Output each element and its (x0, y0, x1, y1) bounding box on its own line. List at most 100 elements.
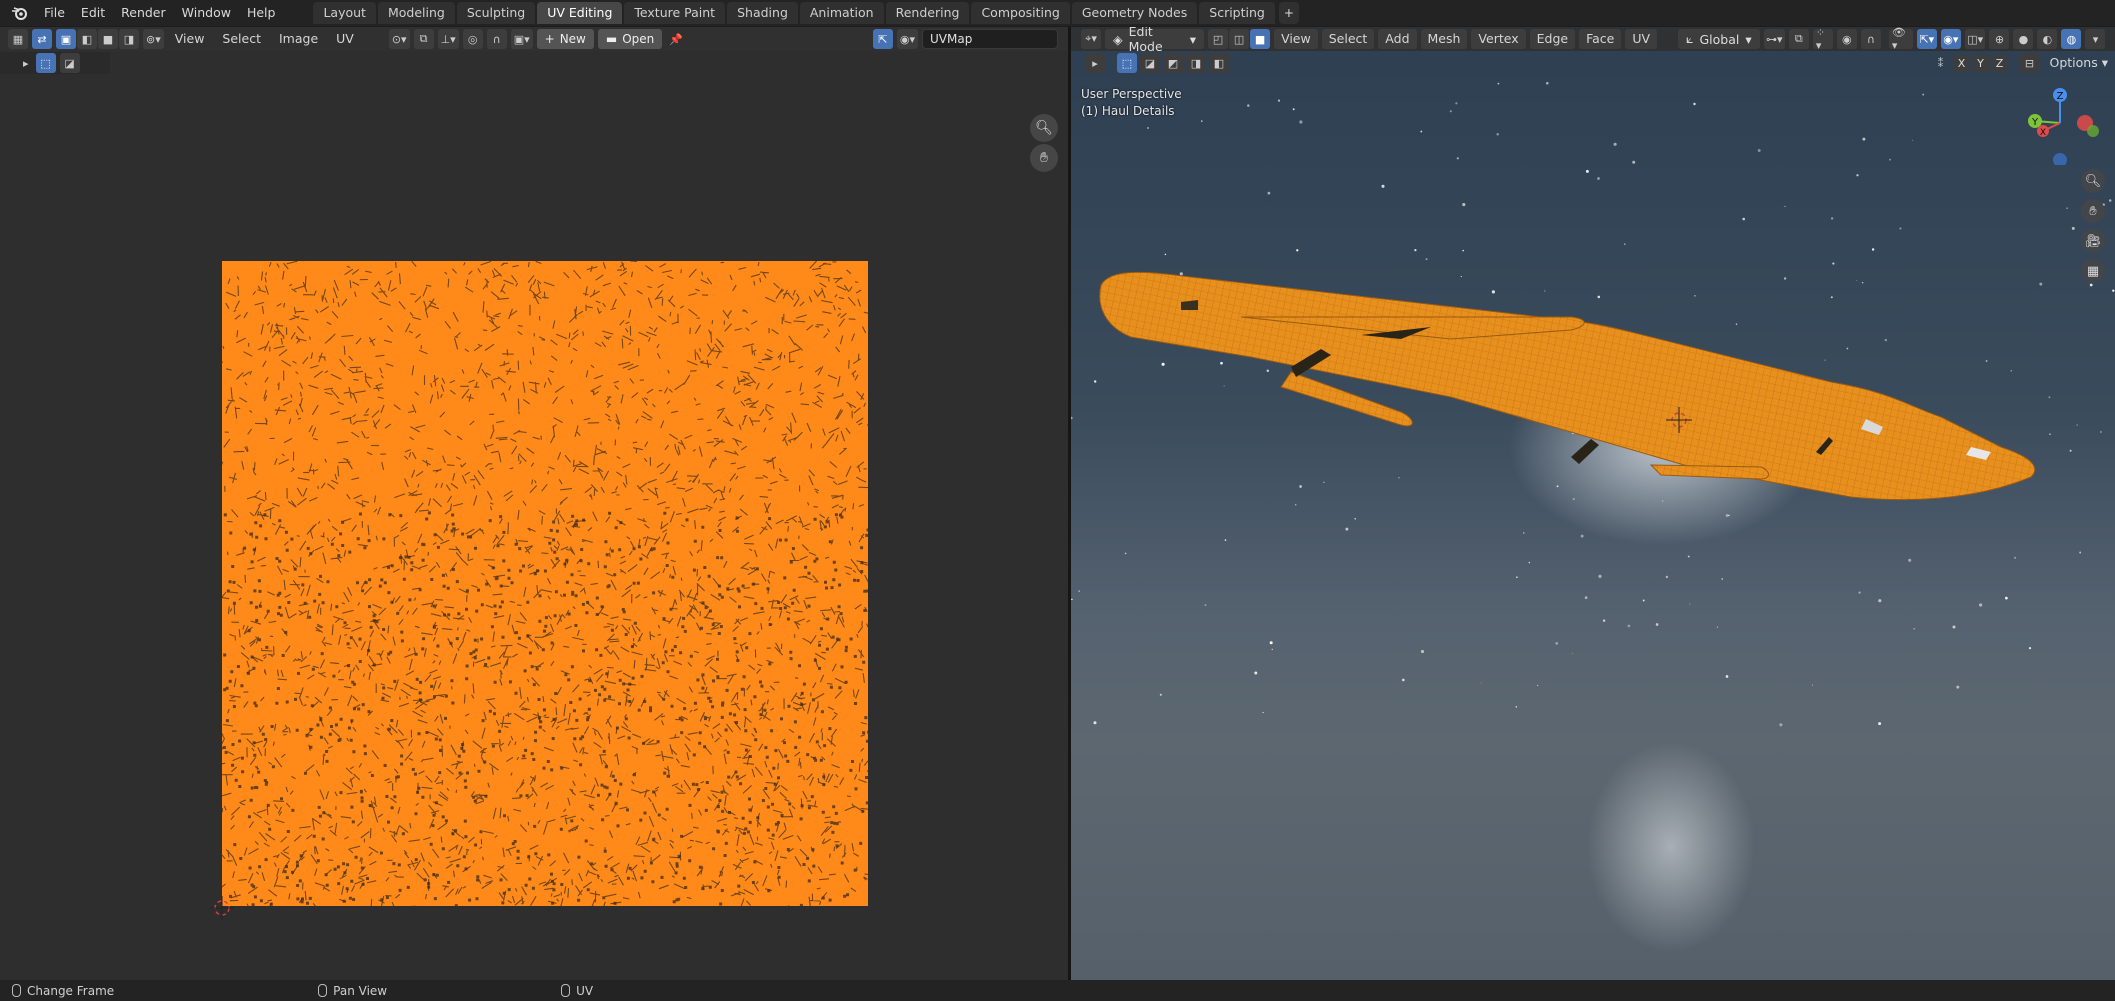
uv-layout[interactable] (222, 261, 868, 906)
2d-cursor-icon[interactable] (210, 896, 234, 920)
camera-view-icon[interactable]: 🎥︎ (2081, 229, 2105, 253)
edge-select-icon[interactable]: ◧ (77, 29, 97, 49)
vp-menu-view[interactable]: View (1274, 29, 1318, 49)
expand-arrow-icon[interactable]: ▸ (20, 53, 32, 73)
editor-type-icon[interactable]: ⌖▾ (1081, 29, 1101, 49)
falloff-icon[interactable]: ∩ (486, 29, 507, 49)
tab-uv-editing[interactable]: UV Editing (537, 2, 623, 24)
tab-shading[interactable]: Shading (727, 2, 798, 24)
menu-render[interactable]: Render (113, 2, 174, 24)
vp-menu-select[interactable]: Select (1321, 29, 1375, 49)
select-subtract-icon[interactable]: ◩ (1163, 53, 1183, 73)
select-mode-group: ◰ ◫ ■ (1208, 29, 1271, 49)
tab-layout[interactable]: Layout (313, 2, 376, 24)
tab-sculpting[interactable]: Sculpting (456, 2, 536, 24)
box-select-icon[interactable]: ⬚ (1117, 53, 1137, 73)
add-workspace-button[interactable]: + (1278, 2, 1299, 24)
mode-selector[interactable]: ◈ Edit Mode ▾ (1105, 27, 1205, 54)
tool-select-icon[interactable]: ▸ (1085, 53, 1105, 73)
shading-options-icon[interactable]: ▾ (2085, 29, 2106, 49)
options-menu[interactable]: Options ▾ (2043, 53, 2115, 73)
plus-icon: + (544, 32, 555, 46)
vertex-mode-icon[interactable]: ◰ (1208, 29, 1229, 49)
menu-window[interactable]: Window (174, 2, 239, 24)
pin-icon[interactable]: 📌 (666, 29, 686, 49)
island-select-icon[interactable]: ◨ (119, 29, 139, 49)
overlay-toggle-icon[interactable]: ◉▾ (1940, 29, 1961, 49)
pivot-point-icon[interactable]: ⊶▾ (1763, 29, 1785, 49)
zoom-icon[interactable]: 🔍︎ (2081, 169, 2105, 193)
gizmo-toggle-icon[interactable]: ⇱▾ (1916, 29, 1937, 49)
navigation-gizmo[interactable]: Z Y X (2015, 85, 2105, 165)
tab-texture-paint[interactable]: Texture Paint (624, 2, 726, 24)
edge-mode-icon[interactable]: ◫ (1229, 29, 1250, 49)
spaceship-model[interactable] (1071, 27, 2115, 980)
editor-type-icon[interactable]: ▦ (8, 29, 28, 49)
pan-hand-icon[interactable]: ✋︎ (2081, 199, 2105, 223)
sync-selection-icon[interactable]: ⇄ (32, 29, 52, 49)
overlay-toggle-icon[interactable]: ◉▾ (896, 29, 918, 49)
menu-file[interactable]: File (36, 2, 73, 24)
mirror-z-toggle[interactable]: Z (1991, 54, 2008, 72)
pan-hand-icon[interactable]: ✋︎ (1030, 144, 1058, 172)
snap-icon[interactable]: ⧉ (1788, 29, 1809, 49)
vp-menu-vertex[interactable]: Vertex (1471, 29, 1526, 49)
rendered-shading-icon[interactable]: ◍ (2061, 29, 2082, 49)
select-mode-icon[interactable]: ◪ (59, 53, 80, 73)
vp-menu-face[interactable]: Face (1579, 29, 1622, 49)
select-intersect-icon[interactable]: ◧ (1209, 53, 1229, 73)
open-image-button[interactable]: ▬ Open (597, 29, 663, 49)
vp-menu-mesh[interactable]: Mesh (1420, 29, 1468, 49)
wireframe-shading-icon[interactable]: ⊕ (1989, 29, 2010, 49)
uv-map-selector[interactable]: UVMap (922, 29, 1058, 49)
sticky-mode-icon[interactable]: ⊚▾ (143, 29, 164, 49)
gizmo-toggle-icon[interactable]: ⇱ (872, 29, 893, 49)
select-extend-icon[interactable]: ◪ (1140, 53, 1160, 73)
solid-shading-icon[interactable]: ● (2013, 29, 2034, 49)
tab-compositing[interactable]: Compositing (971, 2, 1070, 24)
tab-modeling[interactable]: Modeling (377, 2, 455, 24)
select-invert-icon[interactable]: ◨ (1186, 53, 1206, 73)
uv-menu-select[interactable]: Select (215, 29, 268, 49)
vp-menu-edge[interactable]: Edge (1529, 29, 1576, 49)
snap-target-icon[interactable]: ⊥▾ (437, 29, 459, 49)
new-image-button[interactable]: + New (536, 29, 594, 49)
material-shading-icon[interactable]: ◐ (2037, 29, 2058, 49)
xray-icon[interactable]: ◫▾ (1964, 29, 1986, 49)
mirror-y-toggle[interactable]: Y (1972, 54, 1989, 72)
uv-menu-image[interactable]: Image (272, 29, 325, 49)
tab-animation[interactable]: Animation (799, 2, 884, 24)
menu-edit[interactable]: Edit (73, 2, 113, 24)
zoom-icon[interactable]: 🔍︎ (1030, 114, 1058, 142)
snap-target-icon[interactable]: ⁘▾ (1812, 27, 1833, 52)
visibility-icon[interactable]: 👁︎▾ (1888, 27, 1913, 52)
edit-mode-icon: ◈ (1113, 31, 1123, 47)
image-browse-icon[interactable]: ▣▾ (510, 29, 533, 49)
vp-menu-uv[interactable]: UV (1625, 29, 1658, 49)
blender-logo-icon[interactable] (8, 2, 30, 24)
vp-menu-add[interactable]: Add (1378, 29, 1417, 49)
box-select-icon[interactable]: ⬚ (35, 53, 56, 73)
ortho-grid-icon[interactable]: ▦ (2081, 259, 2105, 283)
pivot-icon[interactable]: ⊙▾ (388, 29, 410, 49)
auto-merge-icon[interactable]: ⊟ (2019, 53, 2040, 73)
face-select-icon[interactable]: ■ (98, 29, 118, 49)
3d-viewport[interactable]: ⌖▾ ◈ Edit Mode ▾ ◰ ◫ ■ View Select Add Mes… (1071, 27, 2115, 980)
vertex-select-icon[interactable]: ▣ (56, 29, 76, 49)
snap-icon[interactable]: ⧉ (413, 29, 434, 49)
tab-geometry-nodes[interactable]: Geometry Nodes (1071, 2, 1198, 24)
status-change-frame: Change Frame (12, 984, 114, 998)
falloff-icon[interactable]: ∩ (1860, 29, 1881, 49)
uv-menu-uv[interactable]: UV (329, 29, 361, 49)
mirror-icon[interactable]: ⁑ (1931, 53, 1951, 73)
uv-menu-view[interactable]: View (168, 29, 212, 49)
tab-scripting[interactable]: Scripting (1199, 2, 1275, 24)
transform-orientation-selector[interactable]: ⟀ Global ▾ (1677, 29, 1760, 49)
tab-rendering[interactable]: Rendering (885, 2, 970, 24)
proportional-edit-icon[interactable]: ◉ (1836, 29, 1857, 49)
mirror-x-toggle[interactable]: X (1953, 54, 1970, 72)
face-mode-icon[interactable]: ■ (1250, 29, 1271, 49)
proportional-edit-icon[interactable]: ◎ (462, 29, 483, 49)
uv-canvas[interactable]: 🔍︎ ✋︎ (0, 74, 1068, 980)
menu-help[interactable]: Help (239, 2, 284, 24)
